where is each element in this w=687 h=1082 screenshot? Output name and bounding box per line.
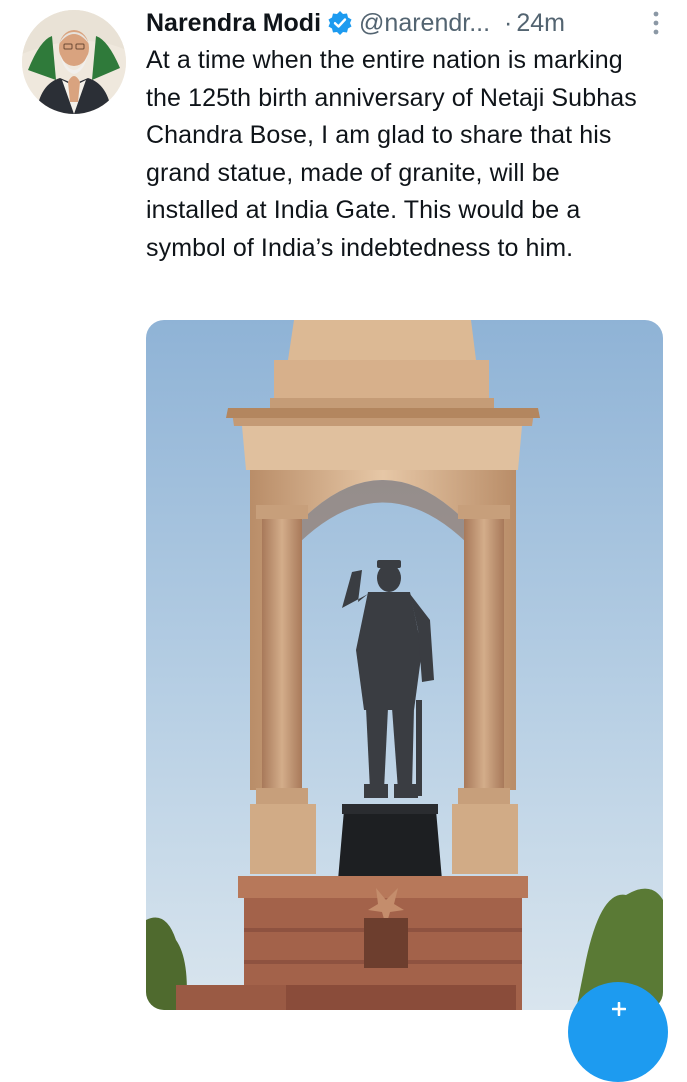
avatar[interactable]	[22, 10, 126, 114]
author-name[interactable]: Narendra Modi	[146, 6, 321, 40]
tweet[interactable]: Narendra Modi @narendr... · 24m At a tim…	[0, 0, 687, 1082]
india-gate-statue-image	[146, 320, 663, 1010]
tweet-media-image[interactable]	[146, 320, 663, 1010]
tweet-timestamp[interactable]: 24m	[516, 6, 565, 40]
verified-badge-icon	[327, 10, 353, 36]
tweet-text: At a time when the entire nation is mark…	[146, 46, 637, 262]
time-separator: ·	[504, 9, 513, 37]
tweet-header: Narendra Modi @narendr... · 24m	[146, 6, 663, 40]
more-vertical-icon[interactable]	[649, 8, 663, 38]
plus-icon	[611, 992, 627, 1023]
compose-tweet-button[interactable]	[568, 982, 668, 1082]
avatar-portrait-image	[22, 10, 126, 114]
author-handle[interactable]: @narendr...	[359, 6, 490, 40]
